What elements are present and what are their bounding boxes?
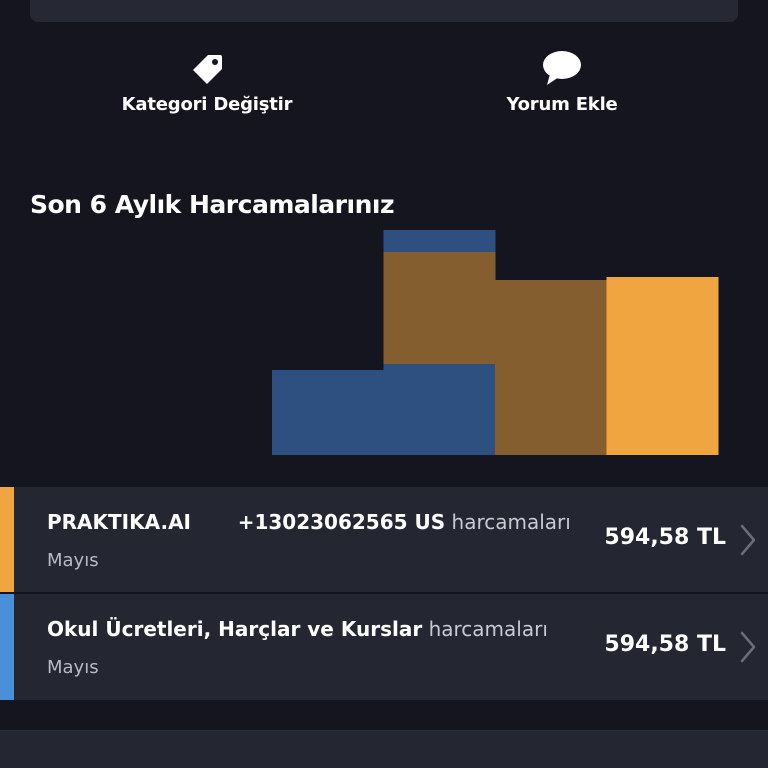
merchant-phone: +13023062565 US	[237, 510, 446, 534]
chart-bar-segment	[606, 277, 719, 455]
chart-bar-segment	[383, 252, 496, 364]
chart-bar-segment	[383, 364, 496, 455]
transaction-title: PRAKTIKA.AI +13023062565 US harcamaları	[47, 510, 571, 534]
merchant-name: Okul Ücretleri, Harçlar ve Kurslar	[47, 617, 423, 641]
transaction-amount: 594,58 TL	[604, 525, 726, 550]
spending-chart	[272, 230, 719, 455]
transaction-suffix: harcamaları	[451, 510, 571, 534]
add-comment-label: Yorum Ekle	[506, 94, 618, 115]
transaction-title: Okul Ücretleri, Harçlar ve Kurslar harca…	[47, 617, 548, 641]
chevron-right-icon	[740, 631, 756, 663]
change-category-button[interactable]: Kategori Değiştir	[87, 50, 327, 120]
chart-bar-segment	[495, 280, 607, 455]
transaction-suffix: harcamaları	[428, 617, 548, 641]
chevron-right-icon	[740, 524, 756, 556]
chart-bar-segment	[383, 230, 496, 252]
transaction-row[interactable]: Okul Ücretleri, Harçlar ve Kurslar harca…	[0, 594, 768, 700]
category-stripe	[0, 487, 14, 593]
previous-card	[30, 0, 738, 22]
section-title: Son 6 Aylık Harcamalarınız	[30, 190, 395, 219]
transaction-month: Mayıs	[47, 657, 99, 678]
next-card	[0, 730, 768, 768]
transaction-month: Mayıs	[47, 550, 99, 571]
tag-icon	[187, 50, 227, 86]
transaction-row[interactable]: PRAKTIKA.AI +13023062565 US harcamaları …	[0, 487, 768, 593]
transaction-amount: 594,58 TL	[604, 632, 726, 657]
change-category-label: Kategori Değiştir	[121, 94, 293, 115]
add-comment-button[interactable]: Yorum Ekle	[442, 50, 682, 120]
merchant-name: PRAKTIKA.AI	[47, 510, 191, 534]
chart-bar-segment	[272, 370, 384, 455]
speech-bubble-icon	[542, 50, 582, 86]
category-stripe	[0, 594, 14, 700]
